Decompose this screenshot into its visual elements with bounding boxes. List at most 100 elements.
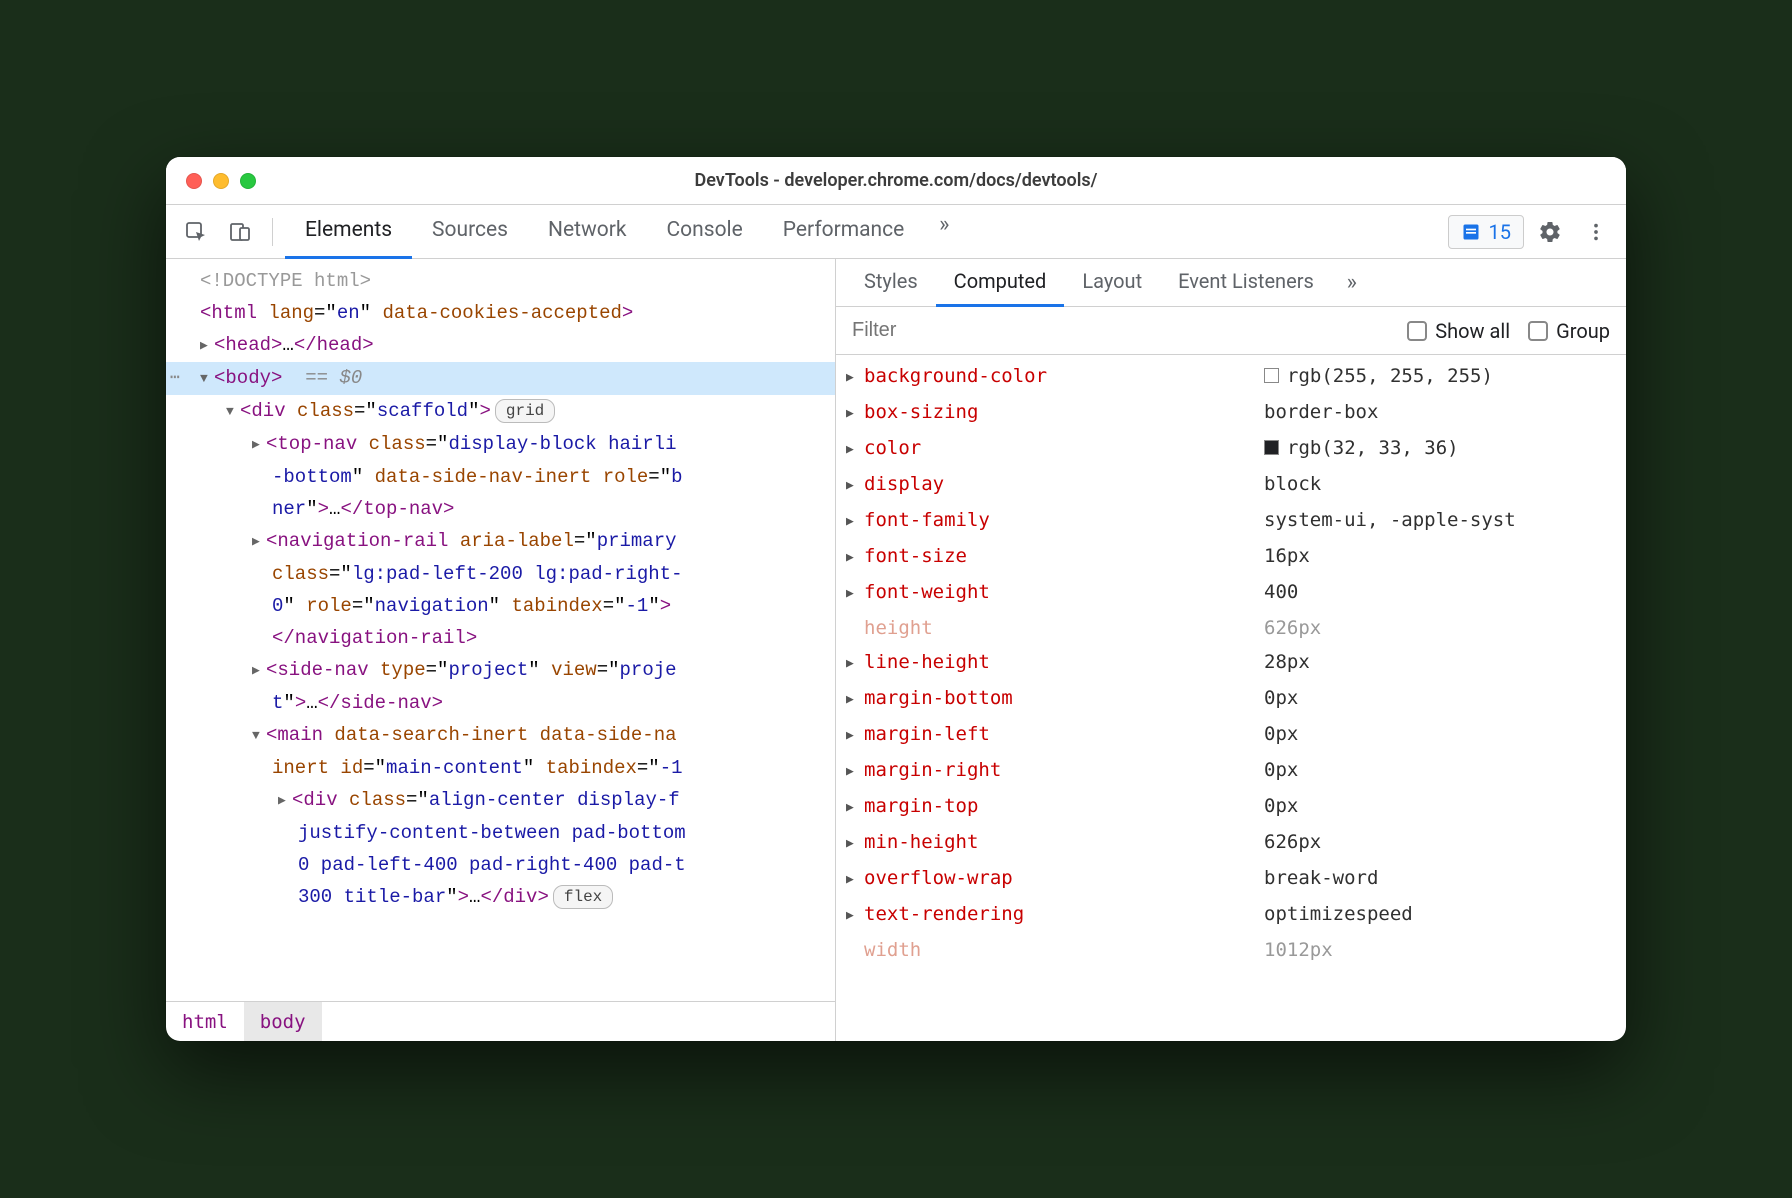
flex-badge[interactable]: flex xyxy=(553,885,613,909)
expand-toggle-icon[interactable]: ▶ xyxy=(846,359,864,395)
property-value: 0px xyxy=(1264,753,1626,789)
tab-computed[interactable]: Computed xyxy=(936,259,1065,307)
dom-tree[interactable]: <!DOCTYPE html> <html lang="en" data-coo… xyxy=(166,259,835,1001)
expand-toggle-icon[interactable] xyxy=(846,611,864,645)
computed-property-row[interactable]: ▶displayblock xyxy=(836,467,1626,503)
computed-property-row[interactable]: ▶text-renderingoptimizespeed xyxy=(836,897,1626,933)
expand-toggle-icon[interactable]: ▶ xyxy=(278,785,292,817)
expand-toggle-icon[interactable]: ▶ xyxy=(846,861,864,897)
checkbox-icon xyxy=(1407,321,1427,341)
property-value: 0px xyxy=(1264,717,1626,753)
expand-toggle-icon[interactable]: ▶ xyxy=(846,575,864,611)
property-value: 0px xyxy=(1264,789,1626,825)
expand-toggle-icon[interactable]: ▶ xyxy=(252,526,266,558)
filter-input[interactable] xyxy=(852,319,1389,342)
close-window-button[interactable] xyxy=(186,173,202,189)
device-toolbar-icon[interactable] xyxy=(220,212,260,252)
computed-property-row[interactable]: ▶colorrgb(32, 33, 36) xyxy=(836,431,1626,467)
collapse-toggle-icon[interactable]: ▼ xyxy=(252,720,266,752)
dom-innerdiv[interactable]: ▶<div class="align-center display-fjusti… xyxy=(166,784,835,913)
computed-property-row[interactable]: ▶overflow-wrapbreak-word xyxy=(836,861,1626,897)
dom-body-selected[interactable]: ⋯▼<body> == $0 xyxy=(166,362,835,395)
expand-toggle-icon[interactable]: ▶ xyxy=(846,539,864,575)
property-name: text-rendering xyxy=(864,897,1264,933)
computed-property-row[interactable]: ▶margin-right0px xyxy=(836,753,1626,789)
dom-doctype[interactable]: <!DOCTYPE html> xyxy=(166,265,835,297)
dom-sidenav[interactable]: ▶<side-nav type="project" view="projet">… xyxy=(166,654,835,719)
grid-badge[interactable]: grid xyxy=(495,399,555,423)
expand-toggle-icon[interactable] xyxy=(846,933,864,967)
expand-toggle-icon[interactable]: ▶ xyxy=(846,681,864,717)
collapse-toggle-icon[interactable]: ▼ xyxy=(200,363,214,395)
expand-toggle-icon[interactable]: ▶ xyxy=(846,431,864,467)
expand-toggle-icon[interactable]: ▶ xyxy=(200,330,214,362)
tab-elements[interactable]: Elements xyxy=(285,205,412,259)
issues-icon xyxy=(1461,222,1481,242)
computed-property-row[interactable]: ▶margin-bottom0px xyxy=(836,681,1626,717)
expand-toggle-icon[interactable]: ▶ xyxy=(846,753,864,789)
expand-toggle-icon[interactable]: ▶ xyxy=(846,395,864,431)
expand-toggle-icon[interactable]: ▶ xyxy=(252,655,266,687)
expand-toggle-icon[interactable]: ▶ xyxy=(252,429,266,461)
expand-toggle-icon[interactable]: ▶ xyxy=(846,789,864,825)
tab-console[interactable]: Console xyxy=(646,205,762,259)
dom-main[interactable]: ▼<main data-search-inert data-side-naine… xyxy=(166,719,835,784)
content-area: <!DOCTYPE html> <html lang="en" data-coo… xyxy=(166,259,1626,1041)
computed-property-row[interactable]: ▶font-familysystem-ui, -apple-syst xyxy=(836,503,1626,539)
minimize-window-button[interactable] xyxy=(213,173,229,189)
computed-property-row[interactable]: height626px xyxy=(836,611,1626,645)
computed-property-row[interactable]: width1012px xyxy=(836,933,1626,967)
settings-icon[interactable] xyxy=(1530,212,1570,252)
expand-toggle-icon[interactable]: ▶ xyxy=(846,717,864,753)
expand-toggle-icon[interactable]: ▶ xyxy=(846,645,864,681)
expand-toggle-icon[interactable]: ▶ xyxy=(846,503,864,539)
toolbar-right: 15 xyxy=(1448,212,1616,252)
computed-property-row[interactable]: ▶line-height28px xyxy=(836,645,1626,681)
maximize-window-button[interactable] xyxy=(240,173,256,189)
property-name: margin-left xyxy=(864,717,1264,753)
tab-network[interactable]: Network xyxy=(528,205,647,259)
property-value: rgb(32, 33, 36) xyxy=(1264,431,1626,467)
computed-property-row[interactable]: ▶margin-left0px xyxy=(836,717,1626,753)
issues-count: 15 xyxy=(1489,220,1511,244)
computed-properties-list[interactable]: ▶background-colorrgb(255, 255, 255)▶box-… xyxy=(836,355,1626,1041)
show-all-checkbox[interactable]: Show all xyxy=(1407,319,1510,343)
computed-property-row[interactable]: ▶font-weight400 xyxy=(836,575,1626,611)
expand-toggle-icon[interactable]: ▶ xyxy=(846,467,864,503)
dom-scaffold[interactable]: ▼<div class="scaffold">grid xyxy=(166,395,835,428)
dom-navrail[interactable]: ▶<navigation-rail aria-label="primarycla… xyxy=(166,525,835,654)
tab-styles[interactable]: Styles xyxy=(846,259,936,307)
dom-topnav[interactable]: ▶<top-nav class="display-block hairli-bo… xyxy=(166,428,835,525)
inspect-element-icon[interactable] xyxy=(176,212,216,252)
dom-head[interactable]: ▶<head>…</head> xyxy=(166,329,835,362)
tab-sources[interactable]: Sources xyxy=(412,205,528,259)
collapse-toggle-icon[interactable]: ▼ xyxy=(226,396,240,428)
dom-html[interactable]: <html lang="en" data-cookies-accepted> xyxy=(166,297,835,329)
tab-event-listeners[interactable]: Event Listeners xyxy=(1160,259,1332,307)
filter-row: Show all Group xyxy=(836,307,1626,355)
color-swatch-icon[interactable] xyxy=(1264,368,1279,383)
breadcrumb: html body xyxy=(166,1001,835,1041)
more-styles-tabs-icon[interactable]: » xyxy=(1332,263,1372,303)
issues-button[interactable]: 15 xyxy=(1448,215,1524,249)
expand-toggle-icon[interactable]: ▶ xyxy=(846,825,864,861)
more-tabs-icon[interactable]: » xyxy=(924,205,964,245)
group-checkbox[interactable]: Group xyxy=(1528,319,1610,343)
property-value: optimizespeed xyxy=(1264,897,1626,933)
computed-property-row[interactable]: ▶box-sizingborder-box xyxy=(836,395,1626,431)
more-options-icon[interactable] xyxy=(1576,212,1616,252)
computed-property-row[interactable]: ▶background-colorrgb(255, 255, 255) xyxy=(836,359,1626,395)
computed-property-row[interactable]: ▶margin-top0px xyxy=(836,789,1626,825)
color-swatch-icon[interactable] xyxy=(1264,440,1279,455)
computed-property-row[interactable]: ▶font-size16px xyxy=(836,539,1626,575)
tab-performance[interactable]: Performance xyxy=(763,205,924,259)
breadcrumb-body[interactable]: body xyxy=(244,1002,322,1041)
tab-layout[interactable]: Layout xyxy=(1064,259,1160,307)
overflow-dots-icon[interactable]: ⋯ xyxy=(170,362,182,394)
property-name: color xyxy=(864,431,1264,467)
breadcrumb-html[interactable]: html xyxy=(166,1002,244,1041)
titlebar: DevTools - developer.chrome.com/docs/dev… xyxy=(166,157,1626,205)
computed-property-row[interactable]: ▶min-height626px xyxy=(836,825,1626,861)
property-value: system-ui, -apple-syst xyxy=(1264,503,1626,539)
expand-toggle-icon[interactable]: ▶ xyxy=(846,897,864,933)
